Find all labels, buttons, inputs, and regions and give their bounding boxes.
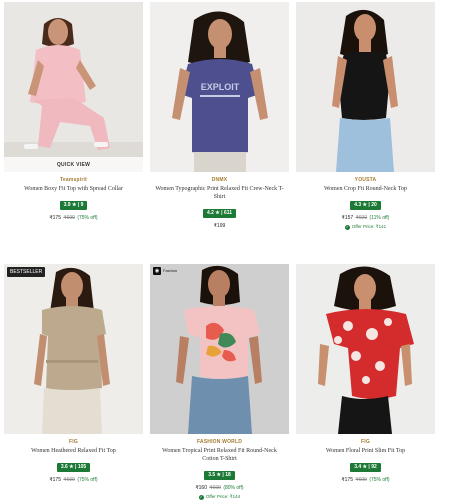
original-price: ₹699	[63, 477, 75, 483]
offer-price: ✓ Offer Price: ₹144	[150, 494, 289, 500]
price-row: ₹157 ₹699 (11% off)	[296, 215, 435, 221]
rating-badge: 3.4 ★ | 92	[350, 462, 381, 472]
original-price: ₹699	[355, 215, 368, 221]
offer-check-icon: ✓	[198, 494, 204, 500]
sale-price: ₹157	[341, 215, 354, 221]
discount-text: (75% off)	[77, 477, 98, 483]
quick-view-button[interactable]: QUICK VIEW	[4, 157, 143, 172]
price-row: ₹175 ₹699 (75% off)	[4, 215, 143, 221]
tshirt-print-text: EXPLOIT	[201, 82, 240, 92]
price-row: ₹199	[150, 223, 289, 229]
product-name[interactable]: Women Boxy Fit Top with Spread Collar	[4, 185, 143, 193]
rating-badge: 4.3 ★ | 20	[350, 200, 381, 210]
product-name[interactable]: Women Floral Print Slim Fit Top	[296, 447, 435, 455]
product-image[interactable]: QUICK VIEW	[4, 2, 143, 172]
price-row: ₹160 ₹699 (80% off)	[150, 485, 289, 491]
discount-text: (11% off)	[369, 215, 390, 221]
bestseller-badge: BESTSELLER	[7, 267, 46, 277]
brand-name: YOUSTA	[354, 177, 377, 183]
price-row: ₹175 ₹699 (75% off)	[4, 477, 143, 483]
original-price: ₹699	[63, 215, 75, 221]
rating-badge: 4.2 ★ | 611	[202, 208, 237, 218]
brand-logo: ◉ Fashion	[153, 267, 177, 275]
rating-badge: 3.5 ★ | 18	[204, 470, 235, 480]
brand-name: FASHION WORLD	[196, 439, 243, 445]
brand-logo-icon: ◉	[153, 267, 161, 275]
brand-name: FIG	[361, 439, 370, 445]
original-price: ₹699	[209, 485, 221, 491]
product-name[interactable]: Women Crop Fit Round-Neck Top	[296, 185, 435, 193]
brand-name: DNMX	[211, 177, 228, 183]
discount-text: (80% off)	[223, 485, 244, 491]
product-image[interactable]: ◉ Fashion	[150, 264, 289, 434]
sale-price: ₹175	[49, 215, 61, 221]
product-image[interactable]: EXPLOIT	[150, 2, 289, 172]
brand-logo-text: Fashion	[163, 268, 178, 273]
discount-text: (75% off)	[369, 477, 390, 483]
sale-price: ₹175	[49, 477, 61, 483]
sale-price: ₹160	[195, 485, 207, 491]
product-name[interactable]: Women Heathered Relaxed Fit Top	[4, 447, 143, 455]
product-name[interactable]: Women Tropical Print Relaxed Fit Round-N…	[150, 447, 289, 463]
offer-price-text: Offer Price: ₹144	[205, 494, 241, 499]
offer-price: ✓ Offer Price: ₹141	[296, 224, 435, 230]
sale-price: ₹175	[341, 477, 353, 483]
offer-price-text: Offer Price: ₹141	[351, 224, 387, 229]
sale-price: ₹199	[213, 223, 226, 229]
product-name[interactable]: Women Typographic Print Relaxed Fit Crew…	[150, 185, 289, 201]
brand-name: FIG	[69, 439, 78, 445]
product-image[interactable]	[296, 2, 435, 172]
rating-badge: 3.9 ★ | 9	[59, 200, 88, 210]
offer-check-icon: ✓	[344, 224, 350, 230]
product-image[interactable]: BESTSELLER	[4, 264, 143, 434]
rating-badge: 3.6 ★ | 105	[56, 462, 91, 472]
product-image[interactable]	[296, 264, 435, 434]
brand-name: Teamspirit	[60, 177, 87, 183]
price-row: ₹175 ₹699 (75% off)	[296, 477, 435, 483]
discount-text: (75% off)	[77, 215, 98, 221]
original-price: ₹699	[355, 477, 367, 483]
